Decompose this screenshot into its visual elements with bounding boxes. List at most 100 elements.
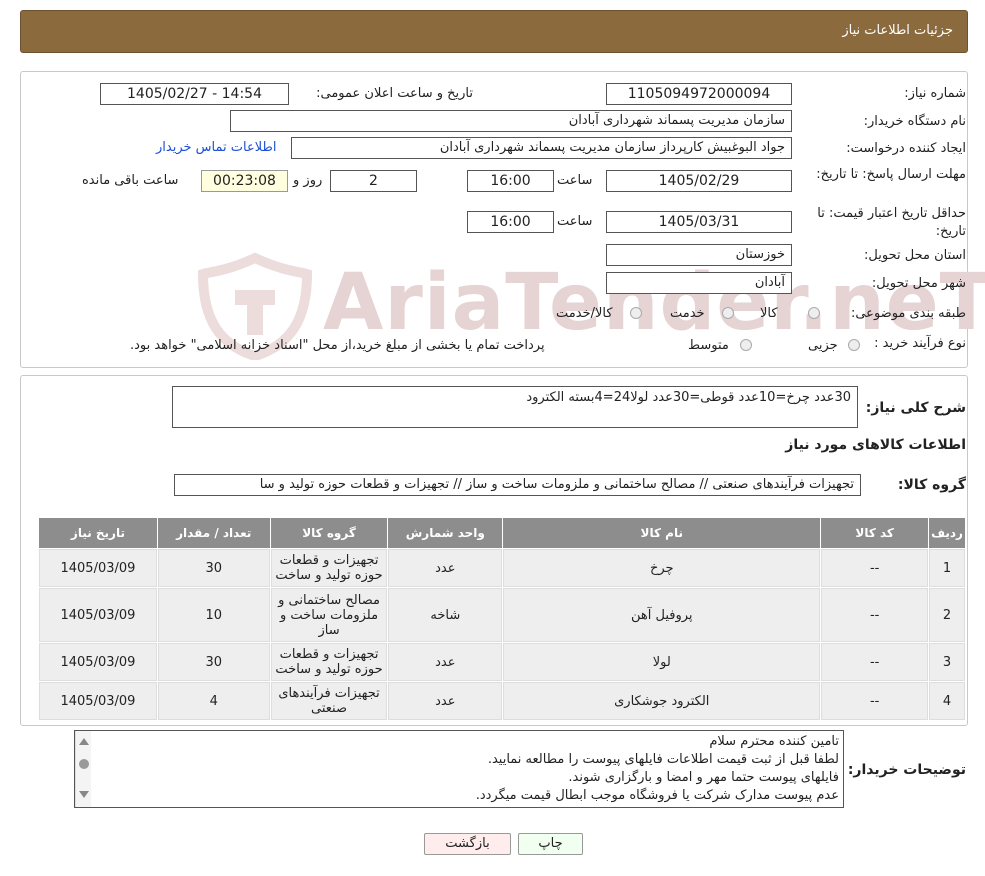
cell-group: تجهیزات فرآیندهای صنعتی	[270, 682, 388, 720]
table-header-row: ردیف کد کالا نام کالا واحد شمارش گروه کا…	[39, 518, 965, 548]
description-label: شرح کلی نیاز:	[865, 400, 966, 416]
notes-line: فایلهای پیوست حتما مهر و امضا و بارگزاری…	[568, 770, 839, 785]
cell-code: --	[821, 549, 929, 587]
description-textarea[interactable]: 30عدد چرخ=10عدد قوطی=30عدد لولا24=4بسته …	[172, 386, 858, 428]
days-label: روز و	[293, 173, 323, 188]
goods-group-field: تجهیزات فرآیندهای صنعتی // مصالح ساختمان…	[174, 474, 861, 496]
cell-code: --	[821, 643, 929, 681]
cell-row-number: 4	[929, 682, 965, 720]
category-service-radio[interactable]	[722, 307, 734, 319]
creator-label: ایجاد کننده درخواست:	[846, 141, 966, 156]
table-row: 4 -- الکترود جوشکاری عدد تجهیزات فرآینده…	[39, 682, 965, 720]
cell-quantity: 30	[157, 643, 270, 681]
announce-field: 1405/02/27 - 14:54	[100, 83, 289, 105]
cell-unit: عدد	[388, 643, 503, 681]
process-note: پرداخت تمام یا بخشی از مبلغ خرید،از محل …	[130, 338, 545, 353]
col-header-date: تاریخ نیاز	[39, 518, 157, 548]
cell-name: چرخ	[503, 549, 821, 587]
cell-date: 1405/03/09	[39, 549, 157, 587]
deadline-date-field: 1405/02/29	[606, 170, 792, 192]
scroll-down-icon[interactable]	[79, 791, 89, 798]
buyer-org-label: نام دستگاه خریدار:	[863, 114, 966, 129]
remaining-time-field: 00:23:08	[201, 170, 288, 192]
cell-quantity: 30	[157, 549, 270, 587]
category-option-goods-label: کالا	[760, 306, 778, 321]
deadline-time-label: ساعت	[557, 173, 593, 188]
process-medium-radio[interactable]	[740, 339, 752, 351]
validity-date-field: 1405/03/31	[606, 211, 792, 233]
cell-name: لولا	[503, 643, 821, 681]
col-header-row-number: ردیف	[929, 518, 965, 548]
col-header-unit: واحد شمارش	[388, 518, 503, 548]
cell-code: --	[821, 588, 929, 642]
category-option-service-label: خدمت	[670, 306, 705, 321]
scroll-up-icon[interactable]	[79, 738, 89, 745]
items-table: ردیف کد کالا نام کالا واحد شمارش گروه کا…	[38, 517, 966, 721]
category-label: طبقه بندی موضوعی:	[850, 306, 966, 321]
cell-row-number: 1	[929, 549, 965, 587]
buyer-notes-label: توضیحات خریدار:	[847, 762, 966, 778]
category-goods-radio[interactable]	[808, 307, 820, 319]
items-table-wrapper: ردیف کد کالا نام کالا واحد شمارش گروه کا…	[38, 517, 966, 721]
province-label: استان محل تحویل:	[864, 248, 966, 263]
need-number-label: شماره نیاز:	[904, 86, 966, 101]
cell-code: --	[821, 682, 929, 720]
cell-unit: عدد	[388, 682, 503, 720]
back-button[interactable]: بازگشت	[424, 833, 511, 855]
process-option-medium-label: متوسط	[688, 338, 729, 353]
page-header: جزئیات اطلاعات نیاز	[20, 10, 968, 53]
table-row: 1 -- چرخ عدد تجهیزات و قطعات حوزه تولید …	[39, 549, 965, 587]
validity-time-label: ساعت	[557, 214, 593, 229]
buyer-notes-textarea[interactable]: تامین کننده محترم سلام لطفا قبل از ثبت ق…	[74, 730, 844, 808]
cell-unit: عدد	[388, 549, 503, 587]
col-header-quantity: تعداد / مقدار	[157, 518, 270, 548]
process-minor-radio[interactable]	[848, 339, 860, 351]
category-option-both-label: کالا/خدمت	[556, 306, 613, 321]
contact-buyer-link[interactable]: اطلاعات تماس خریدار	[156, 140, 276, 155]
notes-scrollbar[interactable]	[75, 731, 91, 807]
cell-name: الکترود جوشکاری	[503, 682, 821, 720]
need-number-field: 1105094972000094	[606, 83, 792, 105]
validity-time-field: 16:00	[467, 211, 554, 233]
cell-name: پروفیل آهن	[503, 588, 821, 642]
validity-label: حداقل تاریخ اعتبار قیمت: تا تاریخ:	[817, 206, 966, 239]
buyer-org-field: سازمان مدیریت پسماند شهرداری آبادان	[230, 110, 792, 132]
remaining-label: ساعت باقی مانده	[82, 173, 179, 188]
days-field: 2	[330, 170, 417, 192]
creator-field: جواد البوغبیش کارپرداز سازمان مدیریت پسم…	[291, 137, 792, 159]
goods-section-title: اطلاعات کالاهای مورد نیاز	[785, 437, 966, 453]
category-both-radio[interactable]	[630, 307, 642, 319]
cell-date: 1405/03/09	[39, 682, 157, 720]
cell-row-number: 3	[929, 643, 965, 681]
buyer-notes-text: تامین کننده محترم سلام لطفا قبل از ثبت ق…	[476, 733, 839, 805]
goods-group-label: گروه کالا:	[897, 477, 966, 493]
cell-quantity: 10	[157, 588, 270, 642]
announce-label: تاریخ و ساعت اعلان عمومی:	[316, 86, 473, 101]
cell-group: تجهیزات و قطعات حوزه تولید و ساخت	[270, 549, 388, 587]
deadline-label: مهلت ارسال پاسخ: تا تاریخ:	[816, 167, 966, 182]
cell-unit: شاخه	[388, 588, 503, 642]
deadline-time-field: 16:00	[467, 170, 554, 192]
notes-line: لطفا قبل از ثبت قیمت اطلاعات فایلهای پیو…	[487, 752, 839, 767]
notes-line: عدم پیوست مدارک شرکت یا فروشگاه موجب ابط…	[475, 788, 839, 803]
table-row: 2 -- پروفیل آهن شاخه مصالح ساختمانی و مل…	[39, 588, 965, 642]
col-header-name: نام کالا	[503, 518, 821, 548]
scroll-thumb[interactable]	[79, 759, 89, 769]
cell-date: 1405/03/09	[39, 588, 157, 642]
cell-quantity: 4	[157, 682, 270, 720]
page-title: جزئیات اطلاعات نیاز	[842, 23, 953, 38]
notes-line: تامین کننده محترم سلام	[709, 734, 839, 749]
city-field: آبادان	[606, 272, 792, 294]
print-button[interactable]: چاپ	[518, 833, 583, 855]
province-field: خوزستان	[606, 244, 792, 266]
process-label: نوع فرآیند خرید :	[874, 336, 966, 351]
cell-row-number: 2	[929, 588, 965, 642]
cell-group: مصالح ساختمانی و ملزومات ساخت و ساز	[270, 588, 388, 642]
process-option-minor-label: جزیی	[808, 338, 838, 353]
col-header-code: کد کالا	[821, 518, 929, 548]
cell-date: 1405/03/09	[39, 643, 157, 681]
city-label: شهر محل تحویل:	[871, 276, 966, 291]
cell-group: تجهیزات و قطعات حوزه تولید و ساخت	[270, 643, 388, 681]
table-row: 3 -- لولا عدد تجهیزات و قطعات حوزه تولید…	[39, 643, 965, 681]
col-header-group: گروه کالا	[270, 518, 388, 548]
